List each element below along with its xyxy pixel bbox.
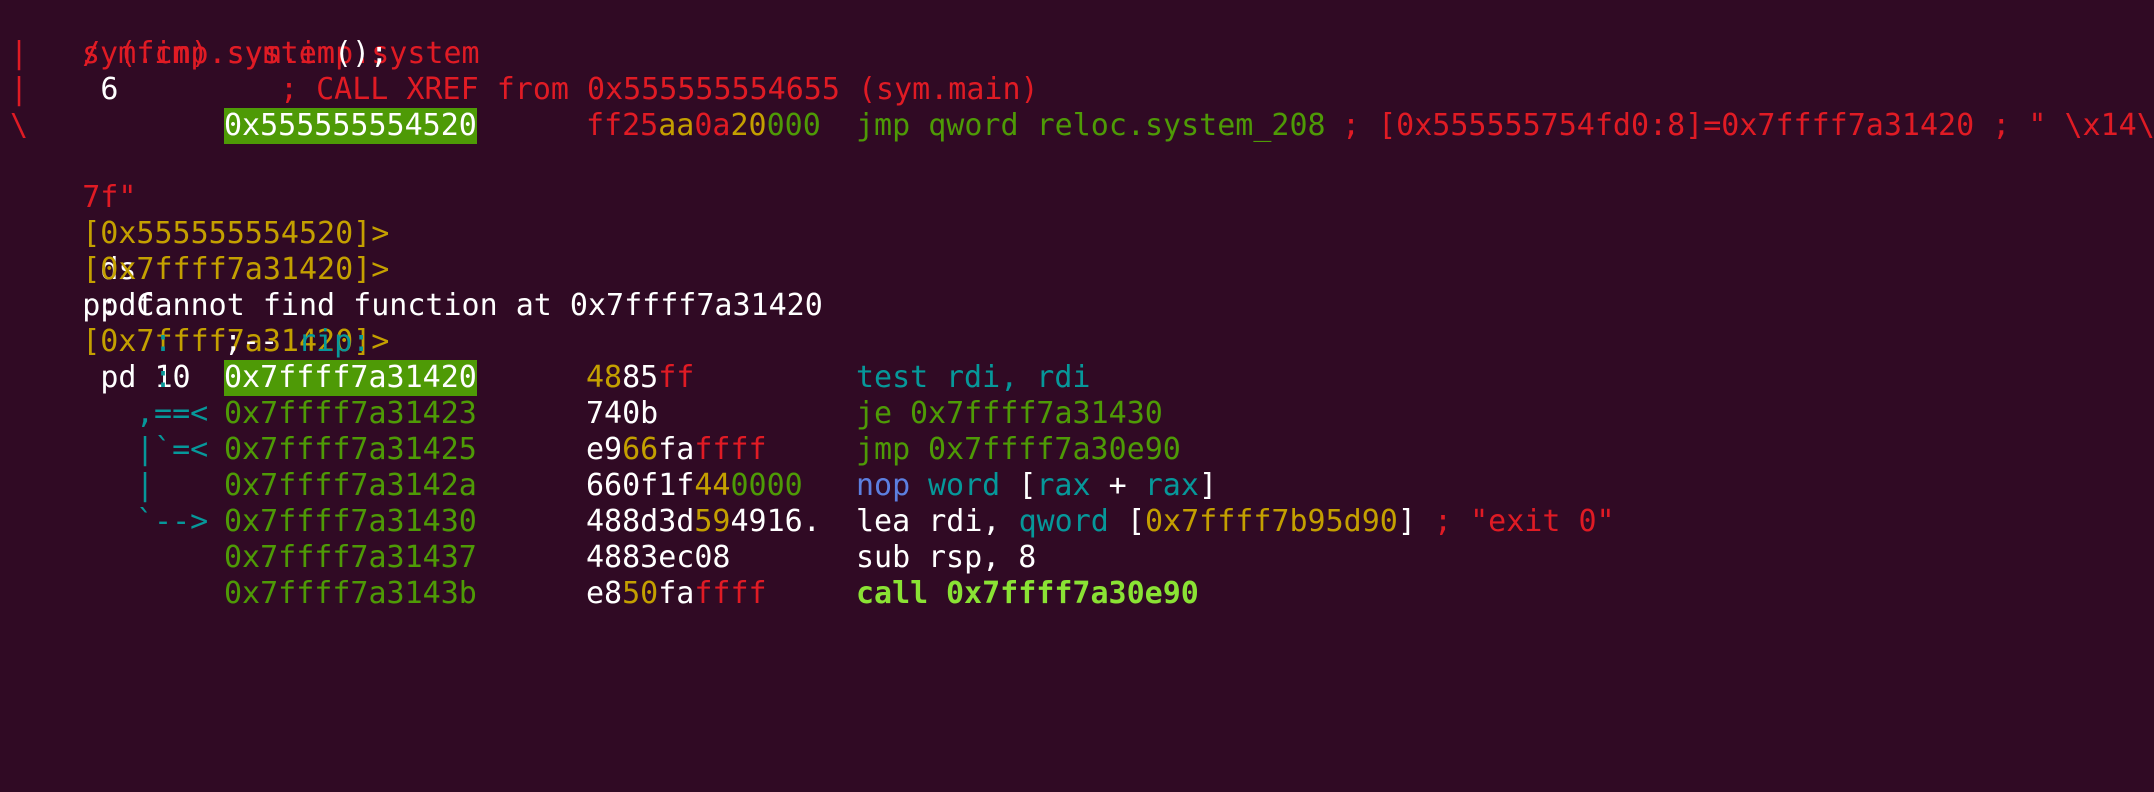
flag-prefix: ;-- [224, 324, 279, 359]
instruction-address[interactable]: 0x7ffff7a31430 [224, 504, 477, 540]
instruction-bytes: 4885ff [586, 360, 695, 395]
flag-line: : ;-- rip: [10, 324, 2154, 360]
flow-arrow: `--> [136, 504, 209, 539]
xref-comment: ; CALL XREF from 0x555555554655 (sym.mai… [280, 72, 1039, 107]
instruction-address[interactable]: 0x7ffff7a31437 [224, 540, 477, 576]
disasm-row: \ 0x555555554520 ff25aa0a20000 jmp qword… [10, 108, 2154, 144]
instruction-bytes: 488d3d594916. [586, 504, 821, 539]
xref-comment-line: | ; CALL XREF from 0x555555554655 (sym.m… [10, 72, 2154, 108]
instruction-bytes: ff25aa0a20000 [586, 108, 821, 143]
mnemonic: sub [856, 540, 911, 575]
flag-name: rip: [298, 324, 371, 359]
wrapped-comment-line: 7f" [10, 144, 2154, 215]
function-signature-parens: (); [334, 36, 389, 71]
operands: word [rax + rax] [928, 468, 1217, 503]
current-address[interactable]: 0x7ffff7a31420 [224, 360, 477, 396]
instruction-text: jmp qword reloc.system_208 [856, 108, 1326, 143]
function-signature: sym.imp.system [82, 36, 335, 71]
error-output-line: p: Cannot find function at 0x7ffff7a3142… [10, 252, 2154, 323]
mnemonic: jmp [856, 432, 911, 467]
flow-arrow: ,==< [136, 396, 209, 431]
operands: rdi, rdi [946, 360, 1091, 395]
instruction-address[interactable]: 0x7ffff7a3143b [224, 576, 477, 612]
disasm-row: | 0x7ffff7a3142a 660f1f440000 nop word [… [10, 468, 2154, 504]
flow-arrow: | [136, 468, 155, 503]
instruction-address[interactable]: 0x7ffff7a31425 [224, 432, 477, 468]
flow-arrow: : [154, 324, 173, 359]
function-signature-line: | sym.imp.system (); [10, 36, 2154, 72]
mnemonic: call [856, 576, 929, 611]
prompt-line[interactable]: [0x555555554520]> ds [10, 180, 2154, 287]
instruction-bytes: 660f1f440000 [586, 468, 803, 503]
disasm-row: ,==< 0x7ffff7a31423 740b je 0x7ffff7a314… [10, 396, 2154, 432]
instruction-address[interactable]: 0x7ffff7a31423 [224, 396, 477, 432]
terminal-window[interactable]: / (fcn) sym.imp.system 6 | sym.imp.syste… [0, 0, 2154, 612]
tree-bar: | [10, 36, 29, 71]
instruction-bytes: 4883ec08 [586, 540, 731, 575]
disasm-row: 0x7ffff7a3143b e850faffff call 0x7ffff7a… [10, 576, 2154, 612]
disasm-row: `--> 0x7ffff7a31430 488d3d594916. lea rd… [10, 504, 2154, 540]
disasm-function-header: / (fcn) sym.imp.system 6 [10, 0, 2154, 107]
instruction-bytes: e966faffff [586, 432, 767, 467]
prompt-line[interactable]: [0x7ffff7a31420]> pd 10 [10, 288, 2154, 395]
disasm-row: : 0x7ffff7a31420 4885ff test rdi, rdi [10, 360, 2154, 396]
tree-bar: \ [10, 108, 29, 143]
mnemonic: test [856, 360, 929, 395]
disasm-row: |`=< 0x7ffff7a31425 e966faffff jmp 0x7ff… [10, 432, 2154, 468]
flow-arrow: : [154, 360, 173, 395]
instruction-address[interactable]: 0x7ffff7a3142a [224, 468, 477, 504]
mnemonic: nop [856, 468, 911, 503]
instruction-text: lea rdi, qword [0x7ffff7b95d90] ; "exit … [856, 504, 1615, 539]
flow-arrow: |`=< [136, 432, 209, 467]
instruction-comment: ; [0x555555754fd0:8]=0x7ffff7a31420 ; " … [1342, 108, 2154, 143]
instruction-bytes: 740b [586, 396, 659, 431]
operands: 0x7ffff7a31430 [910, 396, 1163, 431]
instruction-bytes: e850faffff [586, 576, 767, 611]
mnemonic: je [856, 396, 893, 431]
operands: 0x7ffff7a30e90 [928, 432, 1181, 467]
operands: rsp, 8 [928, 540, 1037, 575]
prompt-line[interactable]: [0x7ffff7a31420]> pdf [10, 216, 2154, 323]
current-address[interactable]: 0x555555554520 [224, 108, 477, 144]
operands: 0x7ffff7a30e90 [946, 576, 1199, 611]
disasm-row: 0x7ffff7a31437 4883ec08 sub rsp, 8 [10, 540, 2154, 576]
tree-bar: | [10, 72, 29, 107]
